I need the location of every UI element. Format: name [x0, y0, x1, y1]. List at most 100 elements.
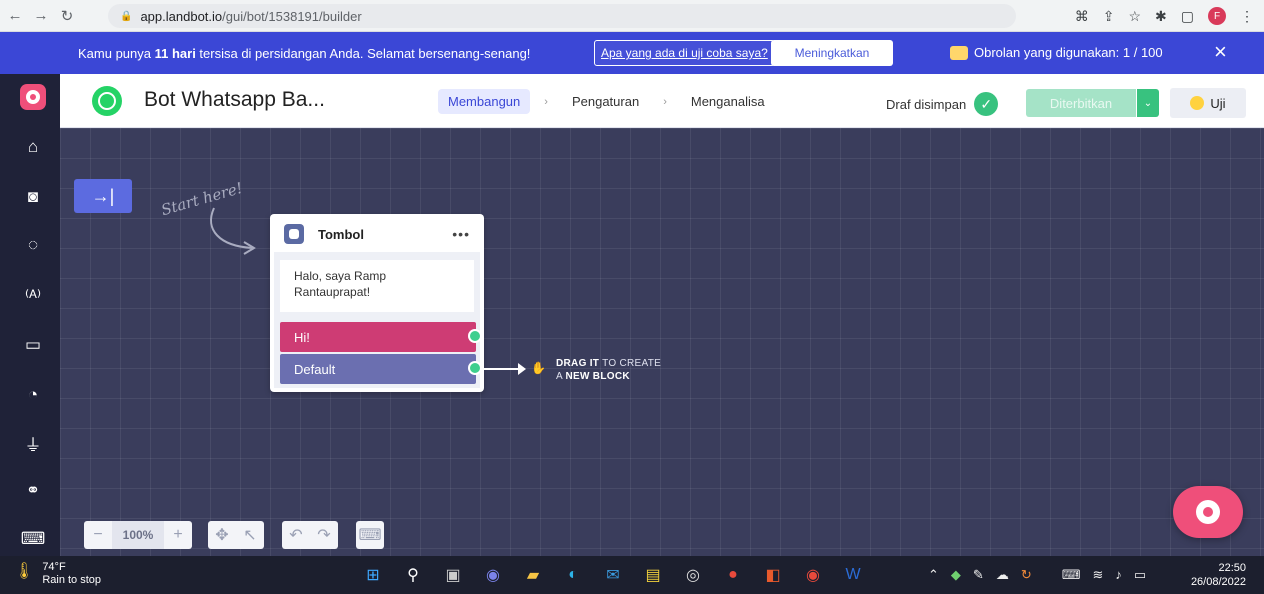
chevron-down-icon[interactable]: ⌄	[1137, 89, 1159, 117]
chrome-profile-icon[interactable]: ◉	[800, 562, 826, 588]
share-icon[interactable]: ⇪	[1103, 8, 1115, 25]
analytics-icon[interactable]: ◔	[20, 382, 46, 408]
start-arrow-icon	[210, 207, 256, 255]
select-pointer-icon[interactable]: ↖	[236, 521, 264, 549]
pen-icon[interactable]: ✎	[973, 567, 984, 583]
word-icon[interactable]: W	[840, 562, 866, 588]
windows-start-icon[interactable]: ⊞	[360, 562, 386, 588]
tab-analyze[interactable]: Menganalisa	[681, 89, 775, 114]
translate-icon[interactable]: ⌘	[1075, 8, 1089, 25]
tab-settings[interactable]: Pengaturan	[562, 89, 649, 114]
chevron-right-icon: ›	[663, 95, 667, 108]
zoom-in-button[interactable]: +	[164, 521, 192, 549]
app-icon[interactable]: ◎	[680, 562, 706, 588]
drag-hint-bold: DRAG IT	[556, 358, 600, 369]
option-button-hi[interactable]: Hi!	[280, 322, 476, 352]
handshake-icon[interactable]: ⚭	[20, 478, 46, 504]
canvas-tools: ✥ ↖	[208, 521, 264, 549]
block-title: Tombol	[318, 226, 364, 242]
trial-message: Kamu punya 11 hari tersisa di persidanga…	[78, 46, 530, 61]
browser-toolbar: ← → ↻ 🔒 app.landbot.io/gui/bot/1538191/b…	[0, 0, 1264, 32]
zoom-out-button[interactable]: −	[84, 521, 112, 549]
help-chat-button[interactable]	[1173, 486, 1243, 538]
sidepanel-icon[interactable]: ▢	[1181, 8, 1194, 25]
drag-hint-line2: A	[556, 371, 566, 382]
bookmark-star-icon[interactable]: ☆	[1128, 8, 1141, 25]
tab-build[interactable]: Membangun	[438, 89, 531, 114]
weather-widget[interactable]: 🌡 74°F Rain to stop	[14, 561, 101, 587]
shortcuts-tool: ⌨	[356, 521, 384, 549]
sync-icon[interactable]: ↻	[1021, 567, 1032, 583]
keyboard-icon[interactable]: ⌨	[1062, 567, 1081, 583]
bot-name[interactable]: Bot Whatsapp Ba...	[144, 88, 325, 112]
volume-icon[interactable]: ♪	[1115, 567, 1122, 583]
test-label: Uji	[1210, 95, 1226, 111]
test-button[interactable]: Uji	[1170, 88, 1246, 118]
extensions-icon[interactable]: ✱	[1155, 8, 1167, 25]
expand-panel-icon[interactable]: →|	[74, 179, 132, 213]
block-body: Halo, saya Ramp Rantauprapat! Hi! Defaul…	[274, 252, 480, 388]
back-icon[interactable]: ←	[4, 5, 26, 27]
cloud-icon[interactable]: ☁	[996, 567, 1009, 583]
chevron-up-icon[interactable]: ⌃	[928, 567, 939, 583]
more-options-icon[interactable]: •••	[452, 226, 470, 242]
main-sidebar: ⌂ ◙ ◌ ⁽ᴬ⁾ ▭ ◔ ⏚ ⚭ ⌨	[0, 74, 60, 556]
option-button-default[interactable]: Default	[280, 354, 476, 384]
clock-date: 26/08/2022	[1190, 576, 1246, 588]
test-icon	[1190, 96, 1205, 110]
url-path: /gui/bot/1538191/builder	[222, 8, 362, 24]
whatsapp-logo-icon	[92, 86, 122, 116]
redo-icon[interactable]: ↷	[310, 521, 338, 549]
landbot-logo-icon[interactable]	[20, 84, 46, 110]
reload-icon[interactable]: ↻	[56, 5, 78, 27]
office-icon[interactable]: ◧	[760, 562, 786, 588]
search-icon[interactable]: ⚲	[400, 562, 426, 588]
connector-port-default[interactable]	[468, 361, 482, 375]
trial-text-start: Kamu punya	[78, 46, 155, 61]
broadcast-icon[interactable]: ⁽ᴬ⁾	[20, 284, 46, 310]
keyboard-shortcuts-icon[interactable]: ⌨	[356, 521, 384, 549]
close-icon[interactable]: ×	[1214, 41, 1227, 63]
trial-banner: Kamu punya 11 hari tersisa di persidanga…	[0, 32, 1264, 74]
clock-time: 22:50	[1218, 562, 1246, 574]
keyboard-icon[interactable]: ⌨	[20, 526, 46, 552]
chevron-right-icon: ›	[544, 95, 548, 108]
draft-status-label: Draf disimpan	[886, 96, 967, 112]
plug-icon[interactable]: ⏚	[20, 430, 46, 456]
teams-chat-icon[interactable]: ◉	[480, 562, 506, 588]
browser-menu-icon[interactable]: ⋮	[1240, 8, 1254, 25]
chrome-icon[interactable]: ●	[720, 562, 746, 588]
notepad-icon[interactable]: ▤	[640, 562, 666, 588]
system-tray: ⌃ ◆ ✎ ☁ ↻ ⌨ ≋ ♪ ▭	[928, 567, 1146, 583]
whatsapp-icon[interactable]: ◌	[20, 232, 46, 258]
edge-icon[interactable]: ◐	[560, 562, 586, 588]
wifi-icon[interactable]: ≋	[1092, 567, 1103, 583]
task-view-icon[interactable]: ▣	[440, 562, 466, 588]
connector-port-hi[interactable]	[468, 329, 482, 343]
landbot-help-icon	[1196, 500, 1220, 524]
buttons-block[interactable]: Tombol ••• Halo, saya Ramp Rantauprapat!…	[270, 214, 484, 392]
buttons-block-icon	[284, 224, 304, 244]
home-icon[interactable]: ⌂	[20, 134, 46, 160]
os-taskbar: 🌡 74°F Rain to stop ⊞ ⚲ ▣ ◉ ▰ ◐ ✉ ▤ ◎ ● …	[0, 556, 1264, 594]
system-clock[interactable]: 22:50 26/08/2022	[1182, 561, 1246, 589]
pan-icon[interactable]: ✥	[208, 521, 236, 549]
chats-used-counter: Obrolan yang digunakan: 1 / 100	[950, 45, 1163, 60]
zoom-controls: − 100% +	[84, 521, 192, 549]
profile-avatar[interactable]: F	[1208, 7, 1226, 25]
file-explorer-icon[interactable]: ▰	[520, 562, 546, 588]
forward-icon[interactable]: →	[30, 5, 52, 27]
trial-info-link[interactable]: Apa yang ada di uji coba saya?	[594, 40, 775, 66]
chat-icon[interactable]: ▭	[20, 332, 46, 358]
taskbar-apps: ⊞ ⚲ ▣ ◉ ▰ ◐ ✉ ▤ ◎ ● ◧ ◉ W	[360, 562, 866, 588]
mail-icon[interactable]: ✉	[600, 562, 626, 588]
block-header: Tombol •••	[284, 224, 470, 244]
publish-button[interactable]: Diterbitkan	[1026, 89, 1136, 117]
bot-icon[interactable]: ◙	[20, 184, 46, 210]
bot-message[interactable]: Halo, saya Ramp Rantauprapat!	[280, 260, 474, 312]
undo-icon[interactable]: ↶	[282, 521, 310, 549]
address-bar[interactable]: 🔒 app.landbot.io/gui/bot/1538191/builder	[108, 4, 1016, 28]
upgrade-button[interactable]: Meningkatkan	[771, 40, 893, 66]
security-icon[interactable]: ◆	[951, 567, 961, 583]
battery-icon[interactable]: ▭	[1134, 567, 1146, 583]
